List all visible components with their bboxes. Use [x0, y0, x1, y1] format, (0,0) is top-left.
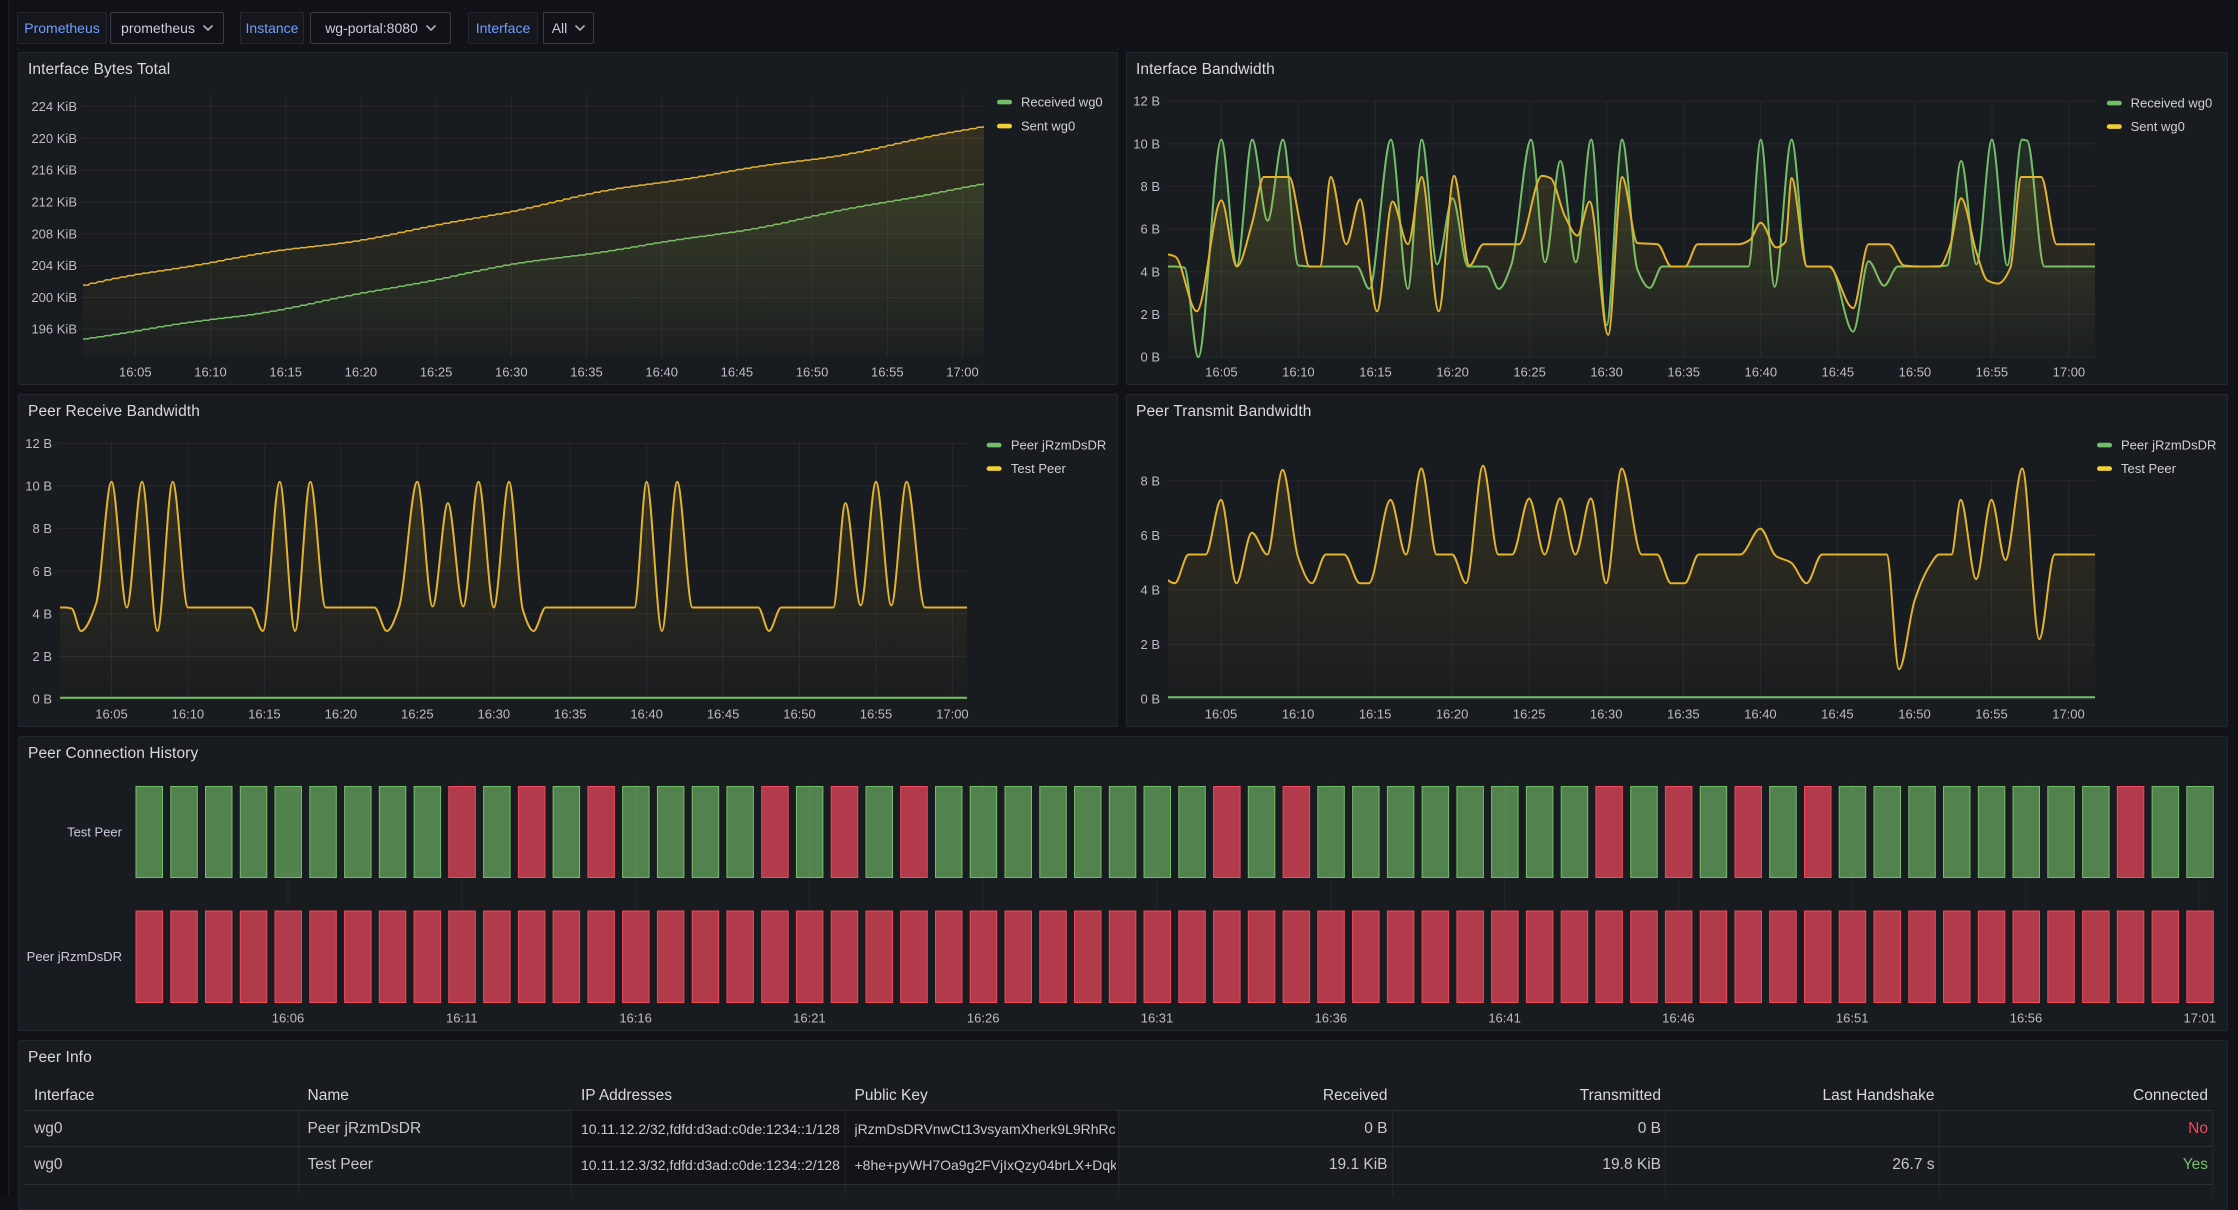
svg-text:16:21: 16:21 — [793, 1011, 826, 1026]
svg-text:16:45: 16:45 — [721, 365, 754, 380]
svg-text:16:20: 16:20 — [1436, 365, 1469, 380]
svg-text:16:20: 16:20 — [345, 365, 378, 380]
svg-text:16:05: 16:05 — [1205, 707, 1238, 722]
svg-text:4 B: 4 B — [32, 606, 52, 621]
svg-text:2 B: 2 B — [32, 649, 52, 664]
svg-text:16:41: 16:41 — [1488, 1011, 1521, 1026]
svg-text:212 KiB: 212 KiB — [31, 195, 77, 210]
svg-text:16:25: 16:25 — [1513, 365, 1546, 380]
svg-text:16:50: 16:50 — [783, 707, 816, 722]
svg-text:Peer jRzmDsDR: Peer jRzmDsDR — [27, 949, 122, 964]
svg-text:16:25: 16:25 — [1513, 707, 1546, 722]
svg-text:16:30: 16:30 — [478, 707, 511, 722]
svg-text:16:30: 16:30 — [1590, 707, 1623, 722]
svg-text:16:40: 16:40 — [630, 707, 663, 722]
svg-text:12 B: 12 B — [1133, 94, 1160, 109]
svg-text:Test Peer: Test Peer — [2121, 461, 2177, 476]
svg-text:Received wg0: Received wg0 — [1021, 95, 1103, 110]
svg-text:16:50: 16:50 — [1898, 707, 1931, 722]
svg-text:0 B: 0 B — [32, 692, 52, 707]
svg-text:17:00: 17:00 — [946, 365, 979, 380]
svg-text:16:55: 16:55 — [1975, 707, 2008, 722]
svg-text:16:51: 16:51 — [1836, 1011, 1869, 1026]
svg-text:16:10: 16:10 — [194, 365, 227, 380]
svg-text:Peer jRzmDsDR: Peer jRzmDsDR — [2121, 438, 2216, 453]
svg-text:16:46: 16:46 — [1662, 1011, 1695, 1026]
svg-text:16:45: 16:45 — [1822, 365, 1855, 380]
svg-text:17:00: 17:00 — [2053, 365, 2086, 380]
svg-text:220 KiB: 220 KiB — [31, 131, 77, 146]
svg-text:16:16: 16:16 — [619, 1011, 652, 1026]
svg-text:Received wg0: Received wg0 — [2131, 96, 2213, 111]
svg-text:16:45: 16:45 — [707, 707, 740, 722]
svg-text:200 KiB: 200 KiB — [31, 290, 77, 305]
svg-text:16:26: 16:26 — [967, 1011, 1000, 1026]
svg-text:Test Peer: Test Peer — [1011, 461, 1067, 476]
svg-text:16:50: 16:50 — [1899, 365, 1932, 380]
svg-text:208 KiB: 208 KiB — [31, 226, 77, 241]
svg-text:Test Peer: Test Peer — [67, 825, 123, 840]
svg-text:10 B: 10 B — [1133, 136, 1160, 151]
svg-text:16:40: 16:40 — [645, 365, 678, 380]
svg-text:16:05: 16:05 — [95, 707, 128, 722]
svg-text:16:35: 16:35 — [554, 707, 587, 722]
svg-text:224 KiB: 224 KiB — [31, 99, 77, 114]
svg-text:16:20: 16:20 — [1436, 707, 1469, 722]
svg-text:6 B: 6 B — [1140, 222, 1160, 237]
svg-text:8 B: 8 B — [1140, 179, 1160, 194]
svg-text:Peer jRzmDsDR: Peer jRzmDsDR — [1011, 438, 1106, 453]
svg-text:16:25: 16:25 — [420, 365, 453, 380]
svg-text:216 KiB: 216 KiB — [31, 163, 77, 178]
svg-text:6 B: 6 B — [32, 564, 52, 579]
svg-text:17:00: 17:00 — [936, 707, 969, 722]
svg-text:6 B: 6 B — [1140, 528, 1160, 543]
svg-text:10 B: 10 B — [25, 479, 52, 494]
svg-text:16:36: 16:36 — [1315, 1011, 1348, 1026]
svg-text:12 B: 12 B — [25, 436, 52, 451]
svg-text:16:35: 16:35 — [1667, 365, 1700, 380]
svg-text:16:50: 16:50 — [796, 365, 829, 380]
svg-text:16:40: 16:40 — [1745, 365, 1778, 380]
svg-text:16:11: 16:11 — [446, 1011, 478, 1026]
svg-text:16:06: 16:06 — [272, 1011, 305, 1026]
svg-text:16:56: 16:56 — [2010, 1011, 2043, 1026]
svg-text:16:55: 16:55 — [1976, 365, 2009, 380]
svg-text:16:10: 16:10 — [1282, 365, 1315, 380]
svg-text:16:20: 16:20 — [325, 707, 358, 722]
svg-text:16:10: 16:10 — [1282, 707, 1315, 722]
svg-text:16:40: 16:40 — [1744, 707, 1777, 722]
svg-text:8 B: 8 B — [32, 521, 52, 536]
svg-text:4 B: 4 B — [1140, 264, 1160, 279]
svg-text:16:25: 16:25 — [401, 707, 434, 722]
svg-text:16:31: 16:31 — [1141, 1011, 1174, 1026]
svg-text:17:01: 17:01 — [2184, 1011, 2217, 1026]
svg-text:16:55: 16:55 — [871, 365, 904, 380]
svg-text:2 B: 2 B — [1140, 307, 1160, 322]
svg-text:204 KiB: 204 KiB — [31, 258, 77, 273]
svg-text:16:30: 16:30 — [495, 365, 528, 380]
svg-text:16:15: 16:15 — [248, 707, 281, 722]
svg-text:16:35: 16:35 — [570, 365, 603, 380]
svg-text:8 B: 8 B — [1140, 473, 1160, 488]
svg-text:16:15: 16:15 — [269, 365, 302, 380]
svg-text:2 B: 2 B — [1140, 637, 1160, 652]
svg-text:16:15: 16:15 — [1359, 365, 1392, 380]
svg-text:16:05: 16:05 — [1205, 365, 1238, 380]
svg-text:0 B: 0 B — [1140, 350, 1160, 365]
svg-text:4 B: 4 B — [1140, 583, 1160, 598]
svg-text:16:30: 16:30 — [1590, 365, 1623, 380]
svg-text:16:35: 16:35 — [1667, 707, 1700, 722]
svg-text:Sent wg0: Sent wg0 — [1021, 119, 1075, 134]
svg-text:16:15: 16:15 — [1359, 707, 1392, 722]
svg-text:Sent wg0: Sent wg0 — [2131, 119, 2185, 134]
svg-text:17:00: 17:00 — [2052, 707, 2085, 722]
svg-text:16:10: 16:10 — [172, 707, 205, 722]
svg-text:0 B: 0 B — [1140, 692, 1160, 707]
svg-text:16:45: 16:45 — [1821, 707, 1854, 722]
svg-text:16:55: 16:55 — [860, 707, 893, 722]
svg-text:196 KiB: 196 KiB — [31, 322, 77, 337]
svg-text:16:05: 16:05 — [119, 365, 152, 380]
